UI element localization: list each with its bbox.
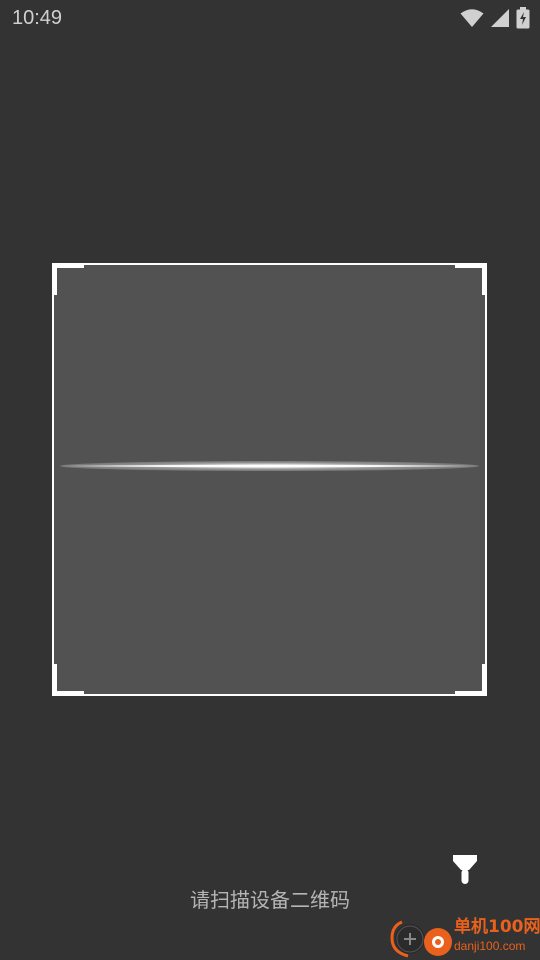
scan-frame (52, 263, 487, 696)
battery-icon (516, 7, 530, 29)
status-bar: 10:49 (0, 0, 540, 36)
scan-corner-bottom-left (52, 664, 84, 696)
qr-scanner-screen: 10:49 请扫描设备二维码 单机100网 danji100.com (0, 0, 540, 960)
watermark-url: danji100.com (454, 939, 526, 953)
status-icons (460, 6, 530, 30)
scan-corner-top-left (52, 263, 84, 295)
watermark: 单机100网 danji100.com (388, 914, 540, 960)
watermark-logo-icon (388, 914, 454, 960)
scan-hint-text: 请扫描设备二维码 (190, 888, 350, 912)
cell-signal-icon (490, 8, 510, 28)
scan-line (60, 461, 479, 471)
status-time: 10:49 (12, 7, 63, 29)
scan-corner-bottom-right (455, 664, 487, 696)
flashlight-button[interactable] (449, 853, 481, 887)
scan-corner-top-right (455, 263, 487, 295)
wifi-icon (460, 8, 484, 28)
watermark-name: 单机100网 (454, 917, 540, 937)
